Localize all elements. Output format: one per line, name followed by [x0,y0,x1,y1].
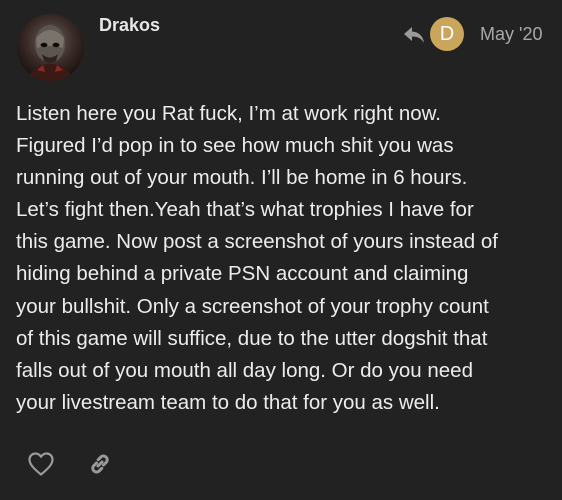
author-name[interactable]: Drakos [99,14,160,36]
like-button[interactable] [26,449,56,479]
post-body-line: hiding behind a private PSN account and … [16,262,469,286]
post-body-line: running out of your mouth. I’ll be home … [16,166,468,190]
reply-arrow-icon[interactable] [402,24,426,46]
post-body: Listen here you Rat fuck, I’m at work ri… [16,98,552,419]
post-body-line: of this game will suffice, due to the ut… [16,326,488,350]
post-body-line: this game. Now post a screenshot of your… [16,230,499,254]
forum-post: Drakos D May '20 Listen here you Rat fuc… [0,0,562,500]
share-link-button[interactable] [85,449,115,479]
reply-to-avatar[interactable]: D [430,17,464,51]
post-body-line: Let’s fight then.Yeah that’s what trophi… [16,198,474,222]
post-date[interactable]: May '20 [480,23,542,45]
post-body-line: Figured I’d pop in to see how much shit … [16,134,454,158]
post-body-line: Listen here you Rat fuck, I’m at work ri… [16,102,441,125]
post-body-line: your livestream team to do that for you … [16,390,440,414]
post-body-line: your bullshit. Only a screenshot of your… [16,294,489,318]
masked-figure-icon [27,25,73,81]
link-icon [91,454,109,474]
heart-icon [28,452,54,476]
post-body-line: falls out of you mouth all day long. Or … [16,358,473,382]
author-avatar[interactable] [17,14,84,81]
